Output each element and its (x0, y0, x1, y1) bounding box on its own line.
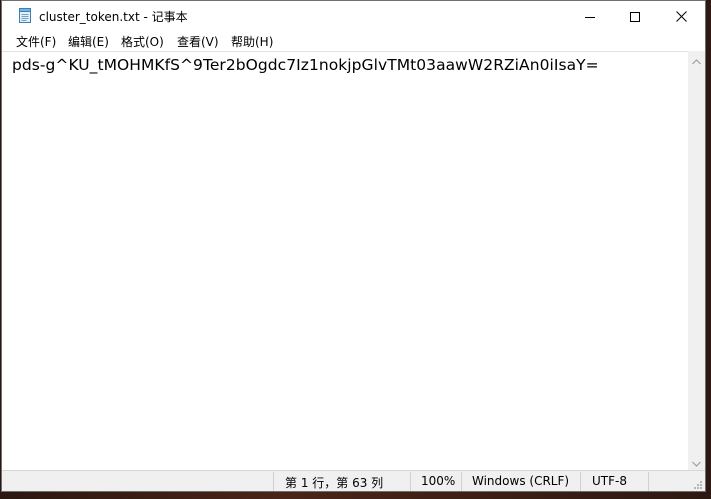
title-bar[interactable]: cluster_token.txt - 记事本 (2, 1, 705, 31)
status-zoom: 100% (421, 474, 456, 488)
close-icon (675, 7, 687, 26)
window-title: cluster_token.txt - 记事本 (39, 10, 188, 24)
minimize-button[interactable] (567, 1, 613, 31)
status-line-ending: Windows (CRLF) (472, 474, 570, 488)
menu-view[interactable]: 查看(V) (176, 33, 220, 50)
notepad-window: cluster_token.txt - 记事本 文件(F) 编辑(E) 格式(O… (1, 0, 706, 492)
menu-format[interactable]: 格式(O) (120, 33, 165, 50)
editor-content[interactable]: pds-g^KU_tMOHMKfS^9Ter2bOgdc7Iz1nokjpGlv… (12, 56, 599, 74)
menu-bar: 文件(F) 编辑(E) 格式(O) 查看(V) 帮助(H) (2, 31, 705, 51)
scroll-up-button[interactable] (688, 51, 705, 68)
chevron-down-icon (692, 452, 701, 471)
scroll-down-button[interactable] (688, 453, 705, 470)
status-divider (580, 472, 581, 491)
vertical-scrollbar[interactable] (688, 51, 705, 470)
close-button[interactable] (658, 1, 704, 31)
status-encoding: UTF-8 (592, 474, 627, 488)
notepad-icon (18, 8, 32, 23)
status-divider (461, 472, 462, 491)
text-editor[interactable]: pds-g^KU_tMOHMKfS^9Ter2bOgdc7Iz1nokjpGlv… (2, 51, 688, 470)
menu-edit[interactable]: 编辑(E) (67, 33, 110, 50)
menu-file[interactable]: 文件(F) (15, 33, 57, 50)
status-bar: 第 1 行，第 63 列 100% Windows (CRLF) UTF-8 (2, 470, 705, 491)
chevron-up-icon (692, 50, 701, 69)
maximize-icon (630, 7, 640, 26)
minimize-icon (585, 7, 595, 26)
maximize-button[interactable] (612, 1, 658, 31)
status-divider (648, 472, 649, 491)
status-cursor-position: 第 1 行，第 63 列 (285, 476, 384, 490)
resize-grip-icon[interactable] (691, 477, 703, 489)
status-divider (273, 472, 274, 491)
status-divider (410, 472, 411, 491)
menu-help[interactable]: 帮助(H) (230, 33, 274, 50)
